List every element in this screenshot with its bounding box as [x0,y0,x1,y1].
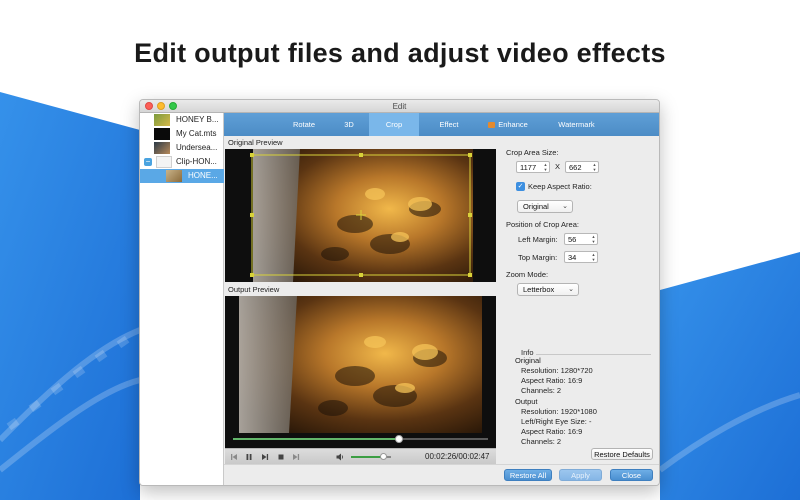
info-output-title: Output [515,397,538,406]
apply-button[interactable]: Apply [559,469,602,481]
info-original-title: Original [515,356,541,365]
collapse-icon[interactable]: − [144,158,152,166]
file-list: HONEY B... My Cat.mts Undersea... − Clip… [140,113,224,485]
playback-time: 00:02:26/00:02:47 [425,452,490,461]
player-controls: 00:02:26/00:02:47 [225,448,496,464]
top-margin-stepper[interactable]: ▲ ▼ [591,252,596,262]
zoom-mode-value: Letterbox [523,285,555,294]
info-original-channels: Channels: 2 [521,386,562,395]
volume-level [351,456,383,458]
info-output-aspect: Aspect Ratio: 16:9 [521,427,583,436]
crop-width-value: 1177 [520,163,537,172]
seek-bar-progress [233,438,399,440]
play-forward-icon[interactable] [260,452,270,462]
keep-aspect-checkbox[interactable]: ✓ [516,182,525,191]
tab-crop[interactable]: Crop [369,113,419,136]
tab-enhance[interactable]: Enhance [478,113,538,136]
aspect-ratio-value: Original [523,202,549,211]
volume-slider[interactable] [351,453,391,460]
aspect-ratio-select[interactable]: Original ⌄ [517,200,573,213]
skip-forward-icon[interactable] [291,452,301,462]
crop-x-label: X [555,162,561,171]
pause-icon[interactable] [244,452,254,462]
top-margin-field[interactable]: 34 ▲ ▼ [564,251,598,263]
chevron-down-icon: ⌄ [562,203,568,210]
file-thumbnail [166,170,182,182]
file-thumbnail [154,142,170,154]
file-item[interactable]: My Cat.mts [140,127,224,141]
enhance-icon [488,122,496,128]
file-item[interactable]: HONEY B... [140,113,224,127]
file-name: My Cat.mts [176,129,217,138]
crop-height-value: 662 [569,163,582,172]
seek-bar[interactable] [233,435,488,443]
title-bar: Edit [140,100,659,113]
info-group: Info Original Resolution: 1280*720 Aspec… [511,348,651,446]
top-margin-value: 34 [568,253,577,262]
file-item-selected[interactable]: HONE... [140,169,224,183]
close-button[interactable]: Close [610,469,653,481]
volume-icon[interactable] [335,452,345,462]
keep-aspect-label: Keep Aspect Ratio: [528,182,592,191]
file-thumbnail [154,114,170,126]
info-divider [521,354,651,355]
skip-back-icon[interactable] [229,452,239,462]
left-margin-value: 56 [568,235,577,244]
tab-rotate[interactable]: Rotate [274,113,334,136]
left-margin-field[interactable]: 56 ▲ ▼ [564,233,598,245]
file-name: Clip-HON... [176,157,217,166]
output-video-frame [225,296,496,448]
window-title: Edit [392,102,407,111]
seek-bar-handle[interactable] [394,435,403,443]
crop-height-stepper[interactable]: ▲ ▼ [592,162,597,172]
info-original-aspect: Aspect Ratio: 16:9 [521,376,583,385]
original-preview-label: Original Preview [224,137,497,149]
chevron-down-icon: ⌄ [568,286,574,293]
tab-bar: Rotate 3D Crop Effect Enhance Watermark [224,113,659,136]
tab-effect[interactable]: Effect [424,113,474,136]
file-name: Undersea... [176,143,218,152]
restore-defaults-button[interactable]: Restore Defaults [591,448,653,460]
info-output-resolution: Resolution: 1920*1080 [521,407,597,416]
file-item[interactable]: Undersea... [140,141,224,155]
tab-watermark[interactable]: Watermark [544,113,609,136]
file-thumbnail [154,128,170,140]
file-thumbnail [156,156,172,168]
crop-position-label: Position of Crop Area: [506,220,579,229]
original-preview [225,149,496,282]
left-margin-stepper[interactable]: ▲ ▼ [591,234,596,244]
edit-window: Edit HONEY B... My Cat.mts Undersea... −… [139,99,660,486]
volume-handle[interactable] [380,453,387,460]
crop-width-stepper[interactable]: ▲ ▼ [543,162,548,172]
left-margin-label: Left Margin: [518,235,558,244]
tab-enhance-label: Enhance [498,120,528,129]
info-original-resolution: Resolution: 1280*720 [521,366,593,375]
zoom-mode-select[interactable]: Letterbox ⌄ [517,283,579,296]
file-name: HONEY B... [176,115,219,124]
tab-3d[interactable]: 3D [334,113,364,136]
crop-area-size-label: Crop Area Size: [506,148,559,157]
page-headline: Edit output files and adjust video effec… [134,38,666,68]
info-output-channels: Channels: 2 [521,437,562,446]
output-preview-label: Output Preview [224,284,497,296]
file-name: HONE... [188,171,218,180]
stop-icon[interactable] [276,452,286,462]
top-margin-label: Top Margin: [518,253,558,262]
crop-width-field[interactable]: 1177 ▲ ▼ [516,161,550,173]
original-video-frame [225,149,496,282]
crop-height-field[interactable]: 662 ▲ ▼ [565,161,599,173]
output-preview [225,296,496,448]
restore-all-button[interactable]: Restore All [504,469,552,481]
file-item[interactable]: − Clip-HON... [140,155,224,169]
info-output-eye-size: Left/Right Eye Size: - [521,417,592,426]
zoom-mode-label: Zoom Mode: [506,270,549,279]
